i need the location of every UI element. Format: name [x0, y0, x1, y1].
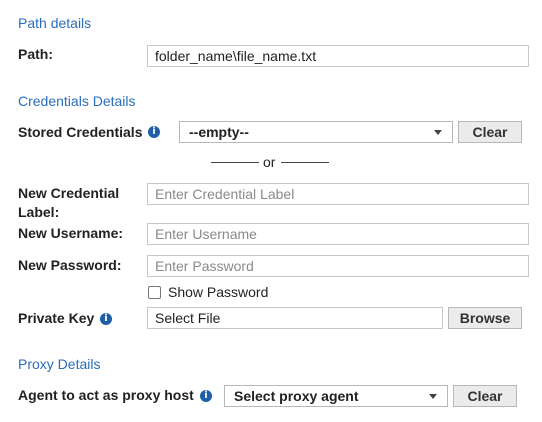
proxy-details-title: Proxy Details: [18, 356, 101, 372]
path-label: Path:: [18, 46, 53, 62]
chevron-down-icon: [434, 130, 442, 135]
path-input[interactable]: folder_name\file_name.txt: [147, 45, 529, 67]
browse-button[interactable]: Browse: [448, 307, 522, 329]
info-icon: i: [148, 126, 160, 138]
stored-credentials-value: --empty--: [189, 124, 249, 140]
new-credential-label-label: New Credential Label:: [18, 185, 120, 220]
stored-credentials-label: Stored Credentials: [18, 124, 143, 140]
divider-right: [281, 162, 329, 163]
or-separator: or: [263, 154, 276, 170]
stored-credentials-select[interactable]: --empty--: [179, 121, 453, 143]
proxy-agent-label: Agent to act as proxy host: [18, 387, 194, 403]
info-icon: i: [200, 390, 212, 402]
chevron-down-icon: [429, 394, 437, 399]
new-credential-label-input[interactable]: Enter Credential Label: [147, 183, 529, 205]
proxy-agent-select[interactable]: Select proxy agent: [224, 385, 448, 407]
new-username-input[interactable]: Enter Username: [147, 223, 529, 245]
path-details-title: Path details: [18, 15, 92, 31]
new-username-label: New Username:: [18, 225, 124, 241]
proxy-agent-value: Select proxy agent: [234, 388, 359, 404]
info-icon: i: [100, 313, 112, 325]
show-password-checkbox[interactable]: [148, 286, 161, 299]
private-key-file-input[interactable]: Select File: [147, 307, 443, 329]
clear-credentials-button[interactable]: Clear: [458, 121, 522, 143]
new-password-input[interactable]: Enter Password: [147, 255, 529, 277]
divider-left: [211, 162, 259, 163]
show-password-label[interactable]: Show Password: [168, 284, 268, 300]
private-key-label: Private Key: [18, 310, 95, 326]
new-password-label: New Password:: [18, 257, 122, 273]
credentials-details-title: Credentials Details: [18, 93, 136, 109]
clear-proxy-button[interactable]: Clear: [453, 385, 517, 407]
